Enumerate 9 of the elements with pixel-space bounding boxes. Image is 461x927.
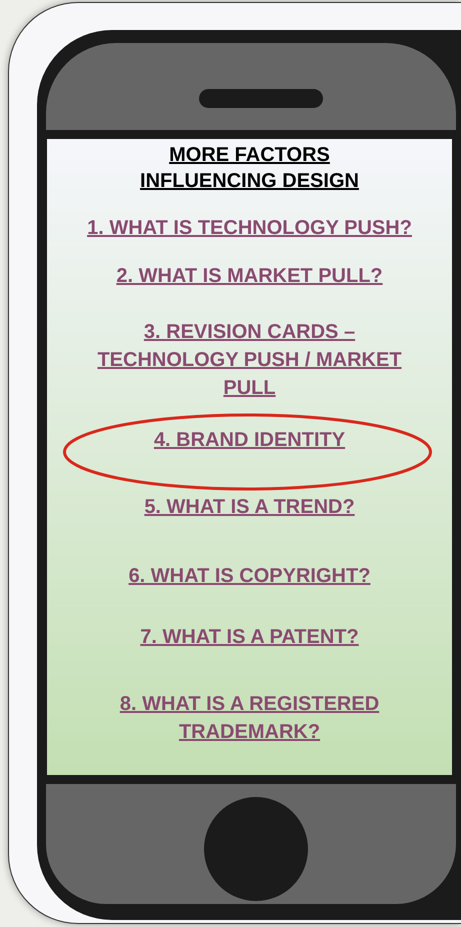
topic-link[interactable]: 5. WHAT IS A TREND?: [144, 493, 355, 521]
topic-link[interactable]: 6. WHAT IS COPYRIGHT?: [128, 562, 370, 590]
topic-link[interactable]: 7. WHAT IS A PATENT?: [140, 623, 359, 651]
topic-link[interactable]: 4. BRAND IDENTITY: [154, 426, 346, 454]
topic-link[interactable]: 3. REVISION CARDS – TECHNOLOGY PUSH / MARKET PULL: [97, 318, 402, 402]
topic-link[interactable]: 2. WHAT IS MARKET PULL?: [116, 262, 383, 290]
topic-link[interactable]: 8. WHAT IS A REGISTERED TRADEMARK?: [120, 690, 380, 746]
page-title: MORE FACTORS INFLUENCING DESIGN: [140, 143, 359, 194]
topic-link[interactable]: 1. WHAT IS TECHNOLOGY PUSH?: [87, 214, 412, 242]
